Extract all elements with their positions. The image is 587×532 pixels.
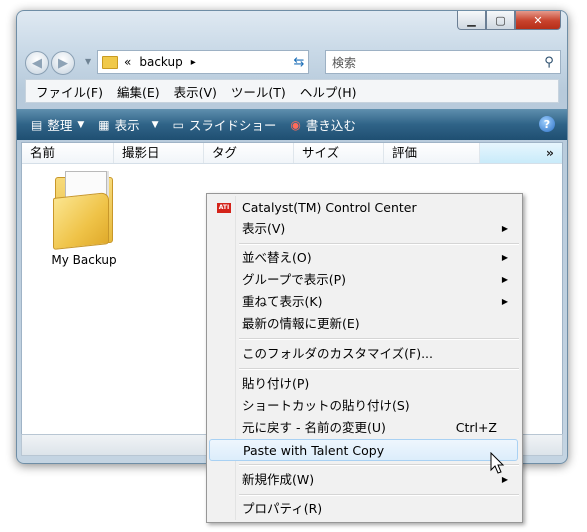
menu-item-label: 元に戻す - 名前の変更(U) [242, 420, 386, 435]
column-rating[interactable]: 評価 [384, 143, 480, 163]
menu-edit[interactable]: 編集(E) [117, 82, 160, 101]
folder-icon [102, 55, 118, 69]
breadcrumb-overflow[interactable]: « [124, 55, 131, 69]
more-columns-button[interactable]: » [480, 143, 562, 163]
menu-item-refresh[interactable]: 最新の情報に更新(E) [209, 313, 518, 335]
forward-button[interactable]: ▶ [51, 51, 75, 75]
views-label: 表示 [114, 118, 140, 133]
search-box[interactable]: 検索 ⚲ [325, 50, 561, 74]
breadcrumb-arrow-icon[interactable]: ▸ [191, 57, 196, 68]
menu-item-label: プロパティ(R) [242, 501, 323, 516]
chevron-down-icon: ▼ [77, 119, 85, 130]
refresh-icon: ⇆ [293, 54, 305, 70]
search-icon[interactable]: ⚲ [538, 55, 560, 70]
history-dropdown-icon[interactable]: ▼ [85, 57, 91, 66]
menu-item-properties[interactable]: プロパティ(R) [209, 498, 518, 520]
command-bar: ▤ 整理 ▼ ▦ 表示 ▼ ▭ スライドショー ◉ 書き込む ? [17, 109, 567, 140]
menu-separator [239, 243, 519, 245]
menu-item-group[interactable]: グループで表示(P) ▶ [209, 269, 518, 291]
menu-item-label: グループで表示(P) [242, 272, 347, 287]
burn-button[interactable]: ◉ 書き込む [290, 115, 356, 134]
submenu-arrow-icon: ▶ [501, 297, 508, 306]
search-input[interactable]: 検索 [326, 54, 538, 71]
menu-item-label: 最新の情報に更新(E) [242, 316, 360, 331]
menu-separator [239, 494, 519, 496]
mouse-cursor-icon [490, 452, 505, 474]
menu-file[interactable]: ファイル(F) [36, 82, 103, 101]
menu-separator [239, 338, 519, 340]
menu-item-label: 表示(V) [242, 221, 286, 236]
close-button[interactable]: ✕ [515, 11, 561, 30]
menu-item-sort[interactable]: 並べ替え(O) ▶ [209, 247, 518, 269]
menu-item-undo-rename[interactable]: 元に戻す - 名前の変更(U) Ctrl+Z [209, 417, 518, 439]
column-tags[interactable]: タグ [204, 143, 294, 163]
shortcut-label: Ctrl+Z [455, 420, 497, 435]
menu-bar: ファイル(F) 編集(E) 表示(V) ツール(T) ヘルプ(H) [25, 79, 559, 103]
folder-item[interactable]: My Backup [44, 169, 124, 267]
menu-item-paste-talent-copy[interactable]: Paste with Talent Copy [209, 439, 518, 461]
slideshow-label: スライドショー [188, 118, 277, 133]
window-controls: ▁ ▢ ✕ [457, 11, 561, 31]
arrow-right-icon: ▶ [58, 55, 68, 71]
menu-item-catalyst[interactable]: ATI Catalyst(TM) Control Center [209, 197, 518, 219]
views-button[interactable]: ▦ 表示 ▼ [98, 115, 158, 134]
menu-separator [239, 464, 519, 466]
folder-label: My Backup [51, 253, 117, 267]
menu-item-label: Catalyst(TM) Control Center [242, 200, 417, 215]
burn-label: 書き込む [305, 118, 356, 133]
column-header: 名前 撮影日 タグ サイズ 評価 » [22, 143, 562, 164]
submenu-arrow-icon: ▶ [501, 224, 508, 233]
menu-item-label: このフォルダのカスタマイズ(F)... [242, 346, 433, 361]
submenu-arrow-icon: ▶ [501, 253, 508, 262]
maximize-button[interactable]: ▢ [486, 11, 515, 30]
menu-item-new[interactable]: 新規作成(W) ▶ [209, 469, 518, 491]
ati-icon: ATI [217, 203, 231, 213]
menu-item-label: 新規作成(W) [242, 472, 315, 487]
menu-item-paste[interactable]: 貼り付け(P) [209, 373, 518, 395]
menu-item-label: ショートカットの貼り付け(S) [242, 398, 410, 413]
back-button[interactable]: ◀ [25, 51, 49, 75]
organize-button[interactable]: ▤ 整理 ▼ [31, 115, 84, 134]
folder-icon [53, 169, 115, 250]
slideshow-button[interactable]: ▭ スライドショー [173, 115, 277, 134]
help-icon[interactable]: ? [539, 116, 555, 132]
burn-icon: ◉ [290, 117, 301, 132]
column-name[interactable]: 名前 [22, 143, 114, 163]
menu-item-label: Paste with Talent Copy [243, 443, 385, 458]
menu-item-view[interactable]: 表示(V) ▶ [209, 218, 518, 240]
views-icon: ▦ [98, 117, 110, 132]
menu-item-customize[interactable]: このフォルダのカスタマイズ(F)... [209, 343, 518, 365]
menu-item-stack[interactable]: 重ねて表示(K) ▶ [209, 291, 518, 313]
column-date-taken[interactable]: 撮影日 [114, 143, 204, 163]
breadcrumb-backup[interactable]: backup [139, 55, 182, 69]
organize-label: 整理 [47, 118, 73, 133]
organize-icon: ▤ [31, 117, 43, 132]
menu-tools[interactable]: ツール(T) [231, 82, 286, 101]
menu-item-label: 並べ替え(O) [242, 250, 312, 265]
address-bar[interactable]: « backup ▸ [97, 50, 309, 74]
menu-view[interactable]: 表示(V) [174, 82, 217, 101]
minimize-button[interactable]: ▁ [457, 11, 486, 30]
submenu-arrow-icon: ▶ [501, 275, 508, 284]
column-size[interactable]: サイズ [294, 143, 384, 163]
menu-separator [239, 368, 519, 370]
menu-item-label: 重ねて表示(K) [242, 294, 323, 309]
context-menu: ATI Catalyst(TM) Control Center 表示(V) ▶ … [206, 193, 523, 523]
refresh-button[interactable]: ⇆ [289, 52, 309, 72]
arrow-left-icon: ◀ [32, 55, 42, 71]
chevron-down-icon: ▼ [151, 119, 159, 130]
slideshow-icon: ▭ [172, 117, 184, 132]
menu-help[interactable]: ヘルプ(H) [300, 82, 357, 101]
menu-item-paste-shortcut[interactable]: ショートカットの貼り付け(S) [209, 395, 518, 417]
menu-item-label: 貼り付け(P) [242, 376, 310, 391]
address-row: ◀ ▶ ▼ « backup ▸ ⇆ 検索 ⚲ [25, 49, 561, 77]
